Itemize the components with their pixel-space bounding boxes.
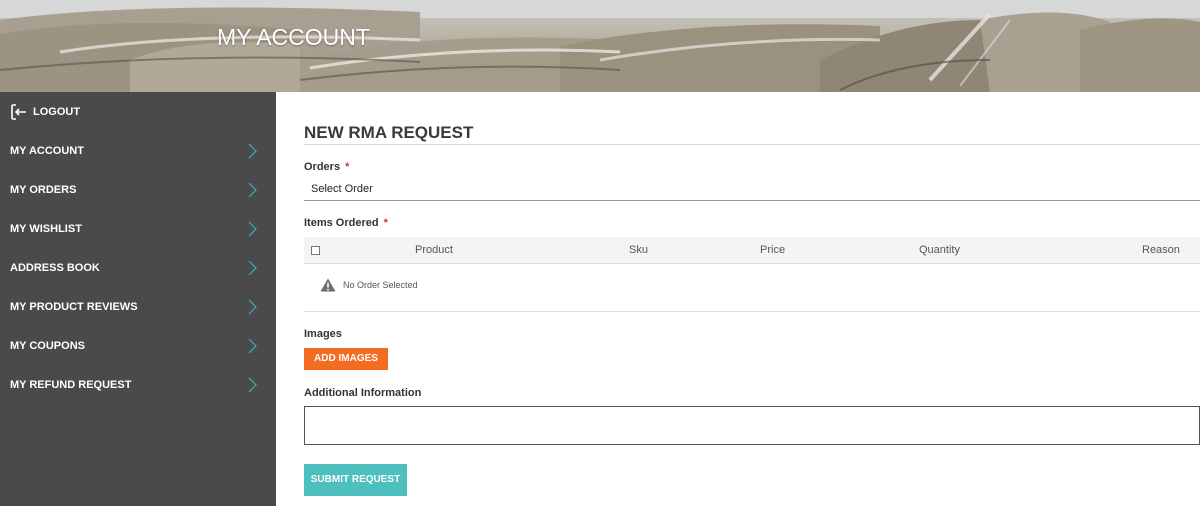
sidebar-item-label: MY ACCOUNT xyxy=(10,144,84,157)
sidebar-item-my-account[interactable]: MY ACCOUNT xyxy=(0,131,276,170)
chevron-right-icon xyxy=(248,182,257,198)
chevron-right-icon xyxy=(248,143,257,159)
rma-form: NEW RMA REQUEST Orders * Select Order Ite… xyxy=(276,92,1200,506)
chevron-right-icon xyxy=(248,299,257,315)
logout-link[interactable]: LOGOUT xyxy=(10,104,80,120)
sidebar-item-my-product-reviews[interactable]: MY PRODUCT REVIEWS xyxy=(0,287,276,326)
additional-info-label: Additional Information xyxy=(304,387,422,399)
images-label: Images xyxy=(304,328,342,340)
items-ordered-label-text: Items Ordered xyxy=(304,217,379,229)
logout-label: LOGOUT xyxy=(33,106,81,118)
sidebar-item-my-coupons[interactable]: MY COUPONS xyxy=(0,326,276,365)
sidebar-item-my-wishlist[interactable]: MY WISHLIST xyxy=(0,209,276,248)
chevron-right-icon xyxy=(248,377,257,393)
sidebar-item-label: MY PRODUCT REVIEWS xyxy=(10,300,138,313)
orders-label: Orders * xyxy=(304,161,349,173)
column-header-price: Price xyxy=(760,244,786,256)
column-header-sku: Sku xyxy=(629,244,648,256)
banner-title: MY ACCOUNT xyxy=(217,24,370,50)
column-header-reason: Reason xyxy=(1142,244,1180,256)
items-table-empty-row: No Order Selected xyxy=(304,264,1200,312)
items-ordered-label: Items Ordered * xyxy=(304,217,388,229)
sidebar-item-label: MY REFUND REQUEST xyxy=(10,378,132,391)
column-header-product: Product xyxy=(415,244,453,256)
sidebar-item-label: MY ORDERS xyxy=(10,183,77,196)
page-title: NEW RMA REQUEST xyxy=(304,123,474,142)
empty-message: No Order Selected xyxy=(343,280,418,290)
required-mark: * xyxy=(383,217,388,229)
add-images-button[interactable]: ADD IMAGES xyxy=(304,348,388,370)
required-mark: * xyxy=(345,161,350,173)
sidebar-item-address-book[interactable]: ADDRESS BOOK xyxy=(0,248,276,287)
items-table-header: Product Sku Price Quantity Reason xyxy=(304,237,1200,264)
sidebar-item-label: ADDRESS BOOK xyxy=(10,261,100,274)
additional-info-textarea[interactable] xyxy=(304,406,1200,445)
column-header-quantity: Quantity xyxy=(919,244,960,256)
logout-icon xyxy=(11,104,26,120)
sidebar-item-my-refund-request[interactable]: MY REFUND REQUEST xyxy=(0,365,276,404)
account-sidebar: LOGOUT MY ACCOUNT MY ORDERS MY WISHLIST … xyxy=(0,92,276,506)
airport-roof-image xyxy=(0,0,1200,92)
submit-request-button[interactable]: SUBMIT REQUEST xyxy=(304,464,407,496)
sidebar-item-label: MY WISHLIST xyxy=(10,222,82,235)
chevron-right-icon xyxy=(248,221,257,237)
orders-label-text: Orders xyxy=(304,161,341,173)
account-banner: MY ACCOUNT xyxy=(0,0,1200,92)
sidebar-item-label: MY COUPONS xyxy=(10,339,85,352)
orders-select[interactable]: Select Order xyxy=(304,178,1200,201)
warning-icon xyxy=(320,278,336,292)
title-divider xyxy=(304,144,1200,145)
select-all-checkbox[interactable] xyxy=(311,246,320,255)
chevron-right-icon xyxy=(248,260,257,276)
sidebar-item-my-orders[interactable]: MY ORDERS xyxy=(0,170,276,209)
chevron-right-icon xyxy=(248,338,257,354)
